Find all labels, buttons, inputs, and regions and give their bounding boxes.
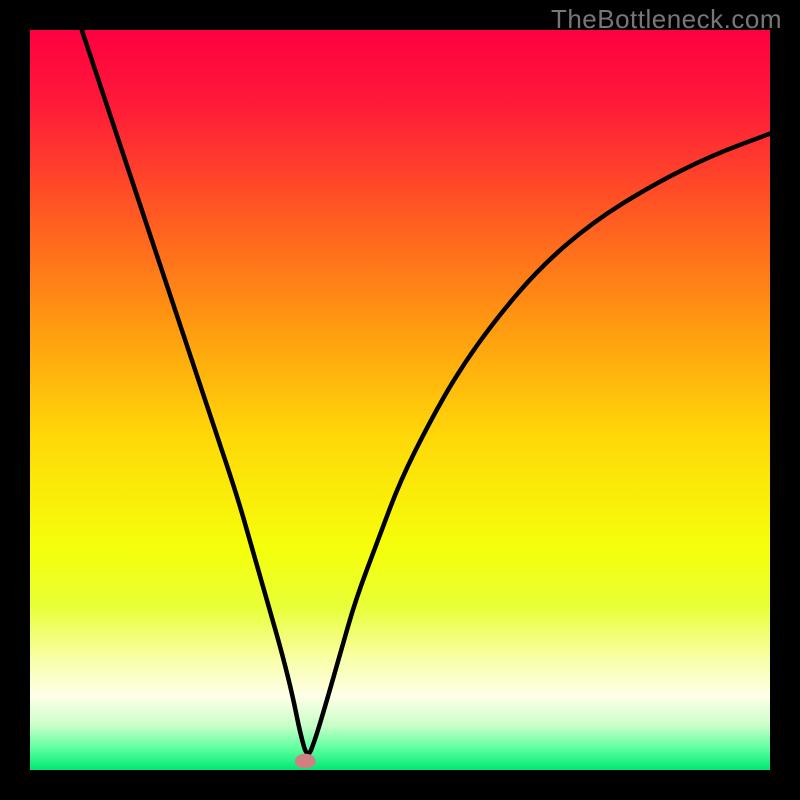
plot-area — [30, 30, 770, 770]
optimal-point-marker — [295, 754, 316, 769]
chart-outer: TheBottleneck.com — [0, 0, 800, 800]
bottleneck-curve — [82, 30, 770, 754]
curve-layer — [30, 30, 770, 770]
